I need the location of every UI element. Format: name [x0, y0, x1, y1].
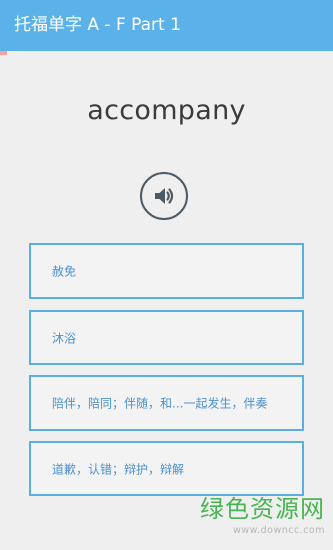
answer-option-2[interactable]: 沐浴	[29, 310, 304, 365]
answer-option-1[interactable]: 赦免	[29, 243, 304, 299]
answer-option-label: 沐浴	[52, 331, 77, 345]
pronounce-button[interactable]	[140, 172, 188, 220]
app-header: 托福单字 A - F Part 1	[0, 0, 333, 51]
answer-option-label: 道歉，认错；辩护，辩解	[52, 462, 185, 476]
answer-option-3[interactable]: 陪伴，陪同；伴随，和...一起发生，伴奏	[29, 375, 304, 431]
answer-option-4[interactable]: 道歉，认错；辩护，辩解	[29, 441, 304, 496]
vocabulary-word: accompany	[87, 95, 246, 126]
speaker-volume-icon	[155, 188, 174, 204]
answer-option-label: 赦免	[52, 264, 77, 279]
watermark-url: www.downcc.com	[233, 525, 325, 536]
edge-mark	[0, 51, 7, 55]
header-title: 托福单字 A - F Part 1	[14, 15, 181, 35]
watermark-text: 绿色资源网	[200, 495, 325, 523]
site-watermark: 绿色资源网 www.downcc.com	[200, 494, 325, 537]
answer-option-label: 陪伴，陪同；伴随，和...一起发生，伴奏	[52, 396, 268, 411]
